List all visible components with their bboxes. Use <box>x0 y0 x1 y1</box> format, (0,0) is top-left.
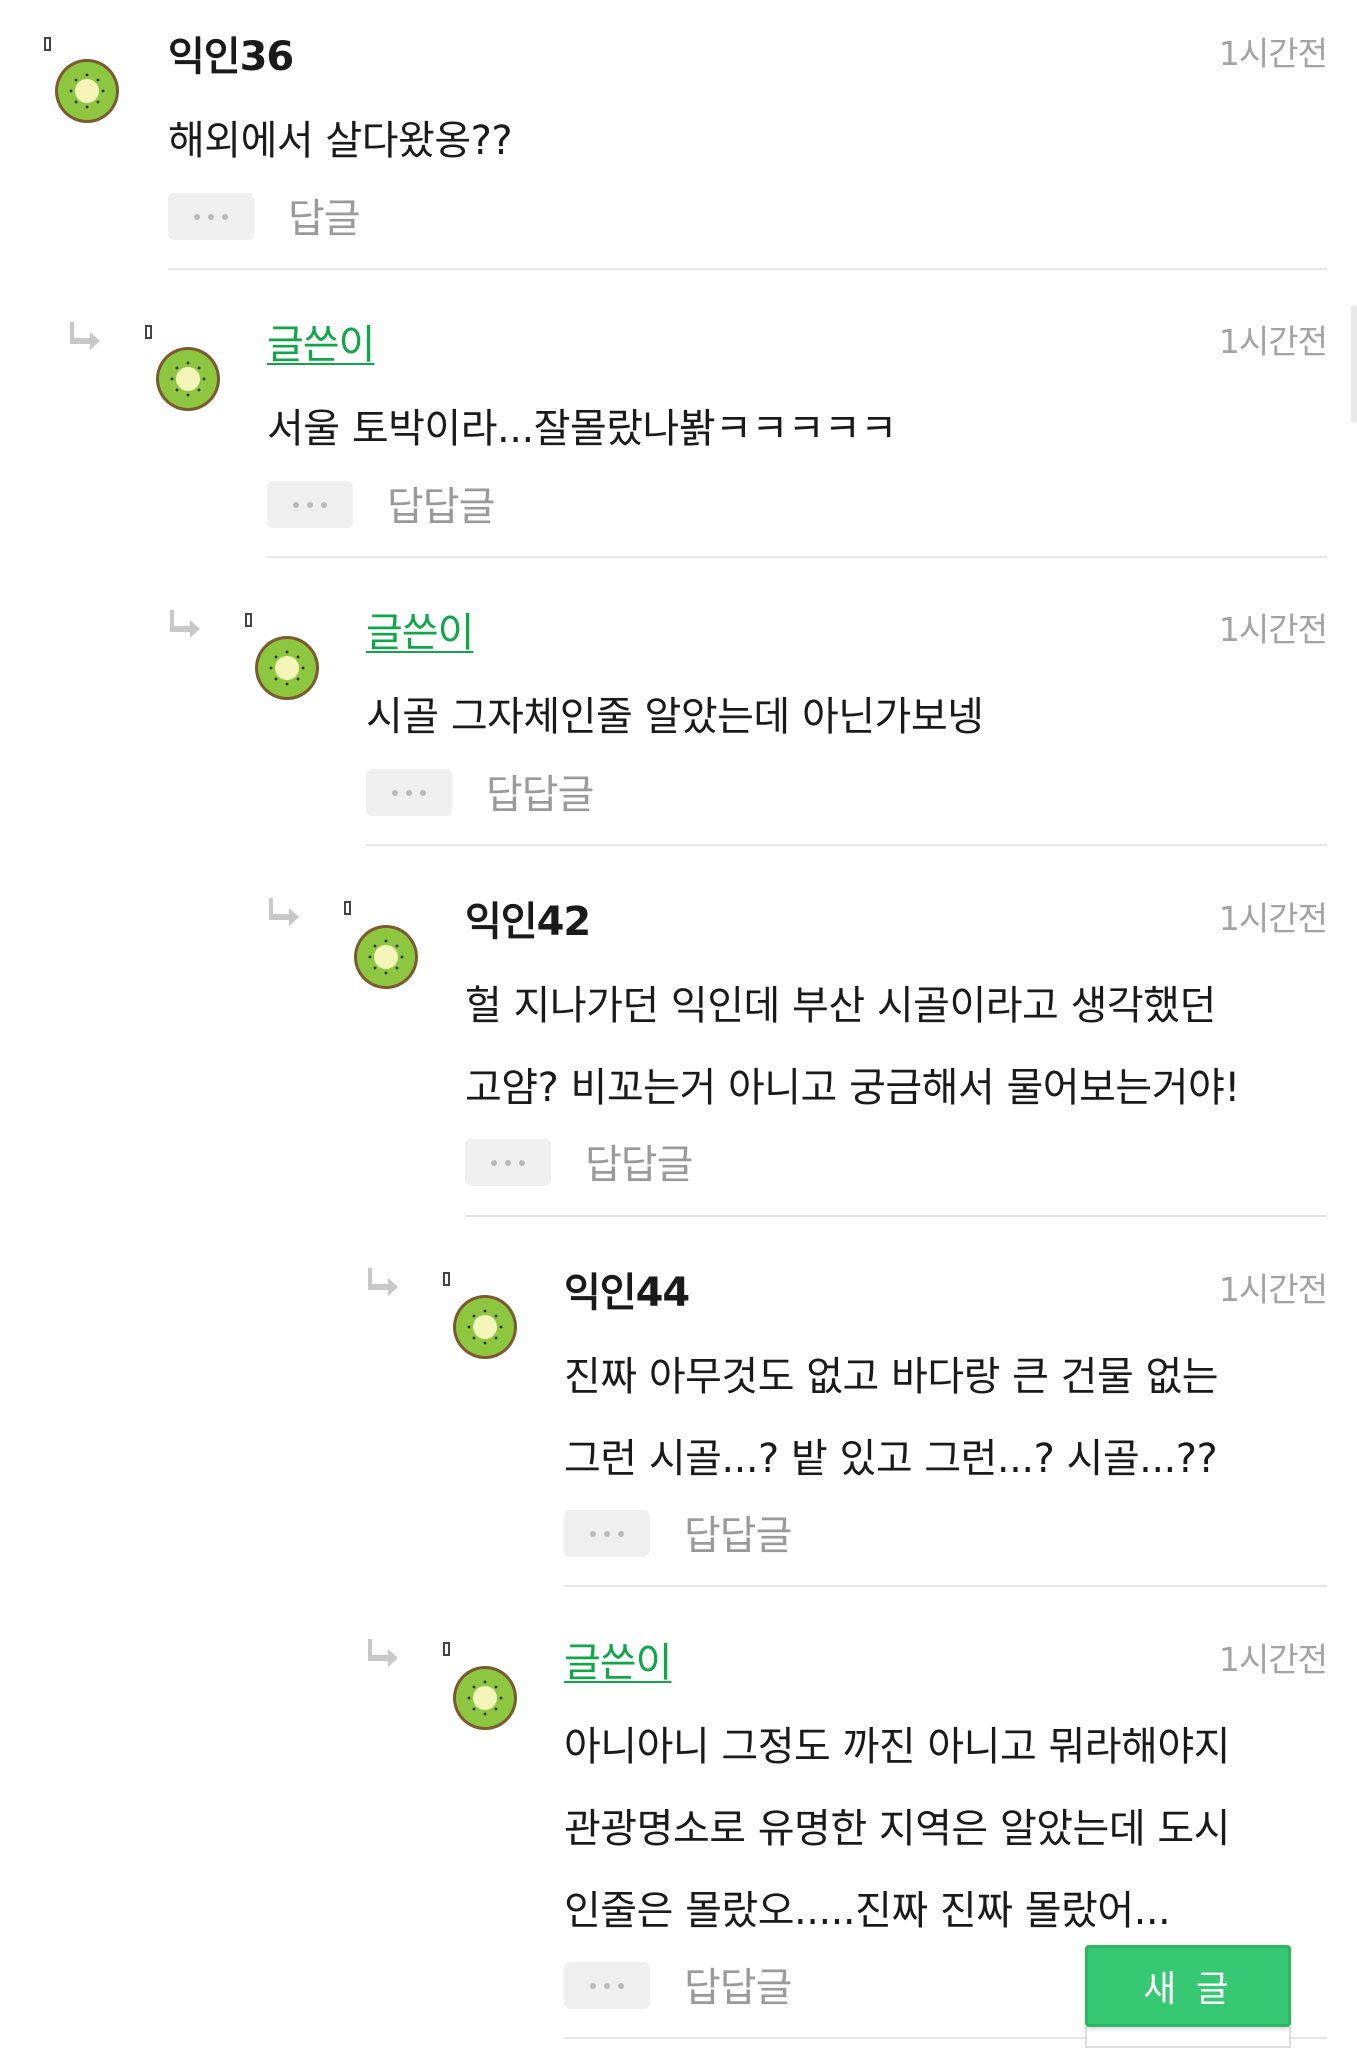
comment-body: 헐 지나가던 익인데 부산 시골이라고 생각했던 고얌? 비꼬는거 아니고 궁금… <box>465 983 1240 1111</box>
more-dot <box>604 1530 610 1537</box>
comment-author-op[interactable]: 글쓴이 <box>564 1630 672 1688</box>
comment-author-op[interactable]: 글쓴이 <box>267 312 375 370</box>
more-options-button[interactable] <box>267 481 353 528</box>
comment-body: 해외에서 살다왔옹?? <box>168 118 513 164</box>
comment-body: 시골 그자체인줄 알았는데 아닌가보넹 <box>366 694 984 740</box>
more-options-button[interactable] <box>366 769 452 816</box>
reply-arrow-icon <box>368 1266 402 1296</box>
new-post-button-base <box>1085 2027 1291 2048</box>
reply-arrow-icon <box>170 608 204 638</box>
reply-link[interactable]: 답글 <box>288 186 361 244</box>
more-dot <box>222 213 228 220</box>
more-options-button[interactable] <box>465 1139 551 1186</box>
comment-author[interactable]: 익인36 <box>168 24 294 82</box>
kiwi-avatar-icon <box>452 1665 518 1731</box>
comment-author[interactable]: 익인42 <box>465 889 591 947</box>
kiwi-avatar-icon <box>155 346 221 412</box>
comment-time: 1시간전 <box>1218 1270 1328 1309</box>
reply-link[interactable]: 답답글 <box>684 1955 792 2013</box>
more-dot <box>618 1982 624 1989</box>
more-dot <box>618 1530 624 1537</box>
comment-body: 아니아니 그정도 까진 아니고 뭐라해야지 관광명소로 유명한 지역은 알았는데… <box>564 1724 1230 1934</box>
more-options-button[interactable] <box>564 1510 650 1557</box>
comment-body: 서울 토박이라...잘몰랐나봙ㅋㅋㅋㅋㅋ <box>267 406 897 452</box>
comment-body: 진짜 아무것도 없고 바다랑 큰 건물 없는 그런 시골...? 밭 있고 그런… <box>564 1354 1219 1482</box>
reply-link[interactable]: 답답글 <box>387 474 495 532</box>
more-dot <box>208 213 214 220</box>
comment-marker-icon <box>44 37 51 51</box>
comment-divider <box>168 268 1327 270</box>
more-dot <box>590 1982 596 1989</box>
kiwi-avatar-icon <box>254 635 320 701</box>
kiwi-avatar-icon <box>54 58 120 124</box>
comment-time: 1시간전 <box>1218 610 1328 649</box>
comment-time: 1시간전 <box>1218 322 1328 361</box>
more-dot <box>604 1982 610 1989</box>
comment-divider <box>465 1215 1327 1217</box>
more-dot <box>307 501 313 508</box>
more-dot <box>392 789 398 796</box>
more-options-button[interactable] <box>564 1962 650 2009</box>
more-dot <box>420 789 426 796</box>
reply-link[interactable]: 답답글 <box>684 1503 792 1561</box>
comment-divider <box>267 556 1327 558</box>
more-dot <box>519 1159 525 1166</box>
more-dot <box>491 1159 497 1166</box>
comment-author[interactable]: 익인44 <box>564 1260 690 1318</box>
more-dot <box>590 1530 596 1537</box>
more-dot <box>406 789 412 796</box>
comment-marker-icon <box>443 1272 450 1286</box>
kiwi-avatar-icon <box>353 924 419 990</box>
comment-marker-icon <box>443 1642 450 1656</box>
comment-divider <box>366 844 1327 846</box>
comment-time: 1시간전 <box>1218 1640 1328 1679</box>
comment-marker-icon <box>344 901 351 915</box>
reply-arrow-icon <box>368 1637 402 1667</box>
new-post-button[interactable]: 새 글 <box>1085 1945 1291 2027</box>
more-dot <box>321 501 327 508</box>
reply-arrow-icon <box>269 896 303 926</box>
comment-divider <box>564 1585 1327 1587</box>
comment-time: 1시간전 <box>1218 34 1328 73</box>
more-dot <box>293 501 299 508</box>
comment-marker-icon <box>145 325 152 339</box>
comment-author-op[interactable]: 글쓴이 <box>366 600 474 658</box>
more-options-button[interactable] <box>168 193 254 240</box>
more-dot <box>194 213 200 220</box>
reply-arrow-icon <box>70 320 104 350</box>
comment-marker-icon <box>245 613 252 627</box>
reply-link[interactable]: 답답글 <box>585 1132 693 1190</box>
kiwi-avatar-icon <box>452 1294 518 1360</box>
reply-link[interactable]: 답답글 <box>486 762 594 820</box>
comment-time: 1시간전 <box>1218 899 1328 938</box>
scrollbar[interactable] <box>1351 305 1357 423</box>
more-dot <box>505 1159 511 1166</box>
